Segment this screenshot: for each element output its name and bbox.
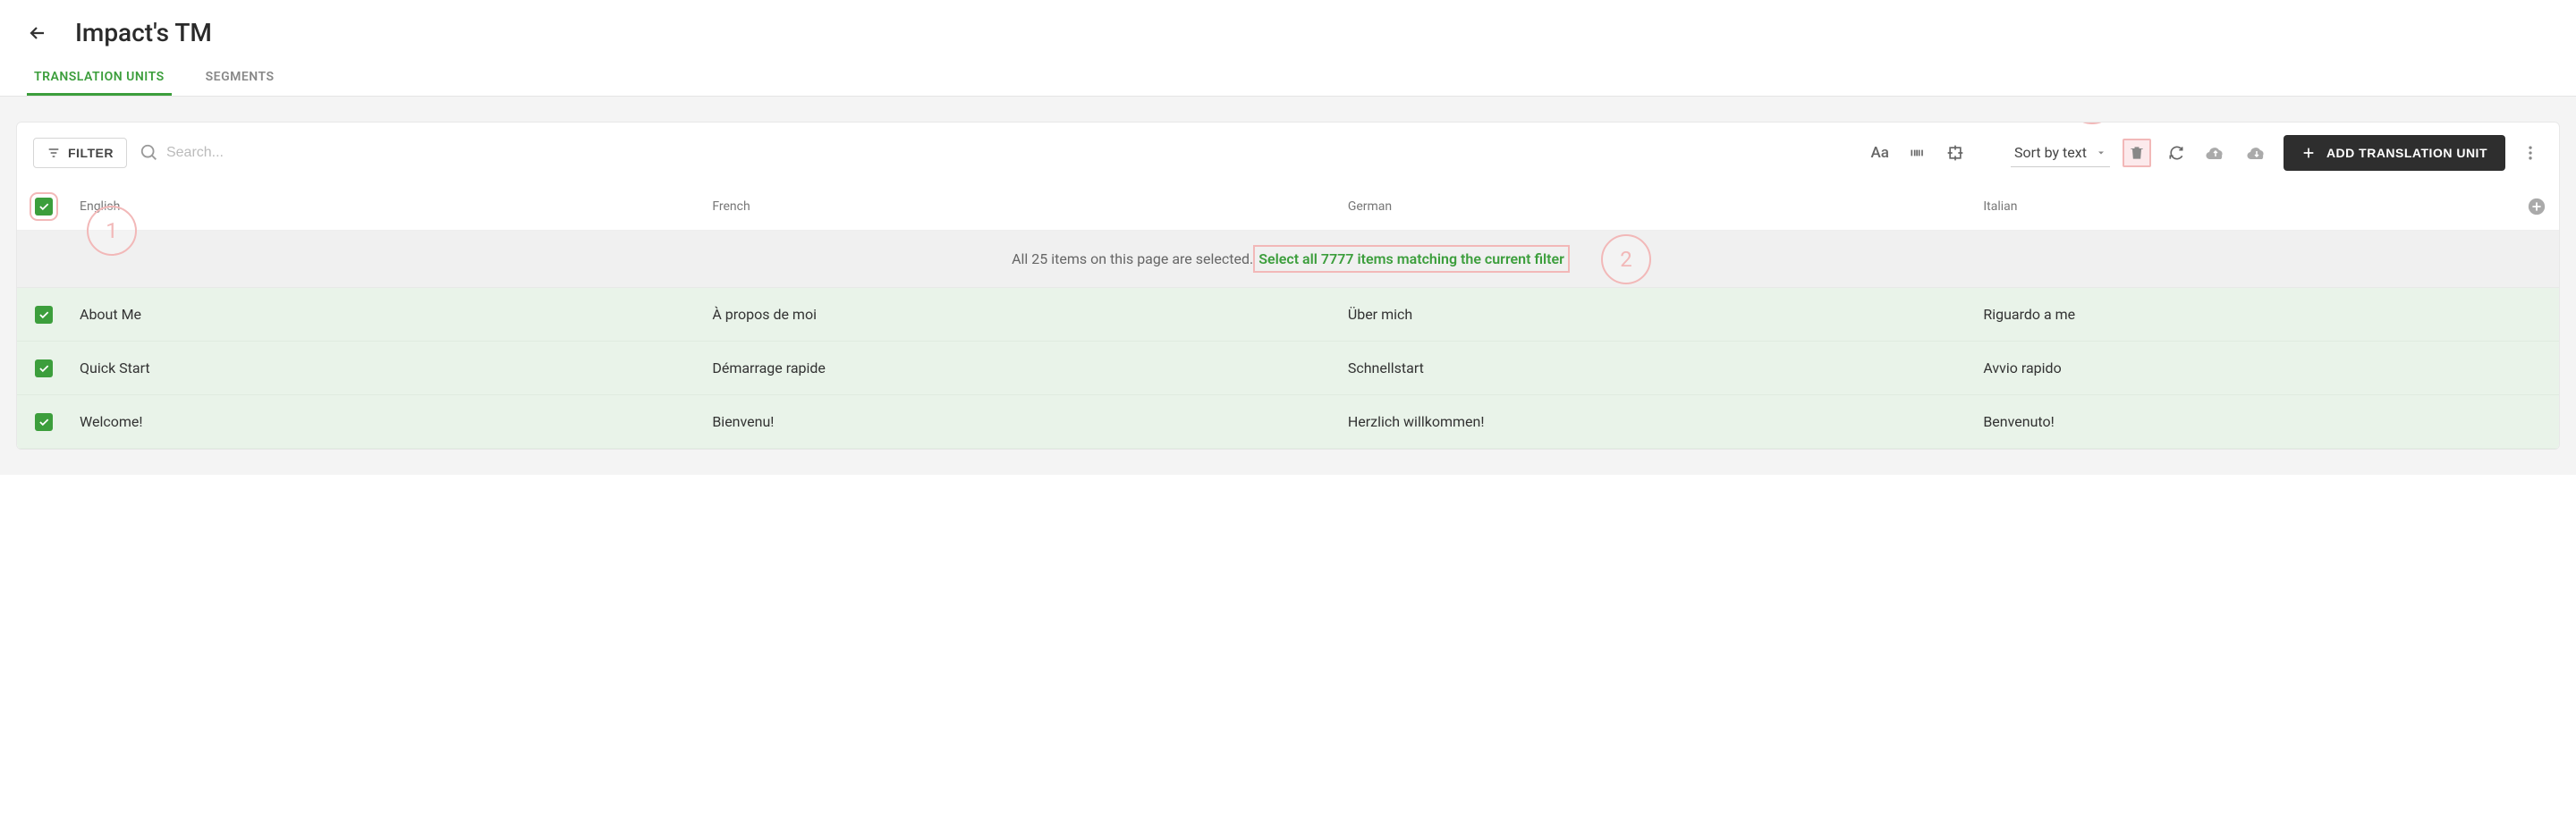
frame-icon[interactable] [1943, 140, 1968, 165]
cell-italian: Benvenuto! [1974, 395, 2514, 448]
search-input[interactable] [166, 145, 345, 161]
tab-segments[interactable]: SEGMENTS [199, 61, 282, 96]
text-case-icon[interactable]: Aa [1868, 140, 1893, 165]
trash-icon [2128, 144, 2146, 162]
add-label: ADD TRANSLATION UNIT [2326, 146, 2487, 160]
cell-german: Über mich [1339, 288, 1975, 341]
banner-text: All 25 items on this page are selected. [1012, 250, 1253, 267]
row-checkbox[interactable] [35, 359, 53, 377]
column-header-english: English [71, 185, 703, 228]
cell-english: Welcome! [71, 395, 703, 448]
selection-banner: All 25 items on this page are selected. … [17, 231, 2559, 288]
annotation-3: 3 [2067, 122, 2117, 124]
delete-button[interactable] [2123, 139, 2151, 167]
cell-french: Bienvenu! [703, 395, 1339, 448]
column-header-italian: Italian [1974, 185, 2514, 228]
cloud-upload-icon[interactable] [2201, 139, 2230, 167]
column-header-french: French [703, 185, 1339, 228]
table-row[interactable]: Quick Start Démarrage rapide Schnellstar… [17, 342, 2559, 395]
cloud-download-icon[interactable] [2242, 139, 2271, 167]
page-title: Impact's TM [75, 18, 212, 47]
cell-italian: Riguardo a me [1974, 288, 2514, 341]
select-all-checkbox[interactable] [35, 198, 53, 216]
cell-italian: Avvio rapido [1974, 342, 2514, 394]
sort-dropdown[interactable]: Sort by text [2011, 139, 2110, 167]
annotation-2: 2 [1601, 234, 1651, 284]
cell-german: Herzlich willkommen! [1339, 395, 1975, 448]
search-icon [140, 143, 159, 163]
tab-translation-units[interactable]: TRANSLATION UNITS [27, 61, 172, 96]
chevron-down-icon [2096, 148, 2106, 158]
barcode-icon[interactable] [1905, 140, 1930, 165]
refresh-icon[interactable] [2164, 140, 2189, 165]
filter-label: FILTER [68, 146, 114, 160]
select-all-filter-link[interactable]: Select all 7777 items matching the curre… [1258, 250, 1564, 267]
add-column-icon[interactable] [2514, 197, 2559, 216]
row-checkbox[interactable] [35, 413, 53, 431]
cell-german: Schnellstart [1339, 342, 1975, 394]
cell-french: Démarrage rapide [703, 342, 1339, 394]
table-row[interactable]: Welcome! Bienvenu! Herzlich willkommen! … [17, 395, 2559, 449]
cell-english: About Me [71, 288, 703, 341]
plus-icon [2301, 146, 2316, 160]
column-header-german: German [1339, 185, 1975, 228]
filter-icon [47, 146, 61, 160]
row-checkbox[interactable] [35, 306, 53, 324]
table-row[interactable]: About Me À propos de moi Über mich Rigua… [17, 288, 2559, 342]
sort-label: Sort by text [2014, 144, 2087, 161]
back-arrow-icon[interactable] [27, 22, 48, 44]
filter-button[interactable]: FILTER [33, 138, 127, 168]
add-translation-unit-button[interactable]: ADD TRANSLATION UNIT [2284, 135, 2505, 171]
more-menu-icon[interactable] [2518, 140, 2543, 165]
cell-english: Quick Start [71, 342, 703, 394]
cell-french: À propos de moi [703, 288, 1339, 341]
